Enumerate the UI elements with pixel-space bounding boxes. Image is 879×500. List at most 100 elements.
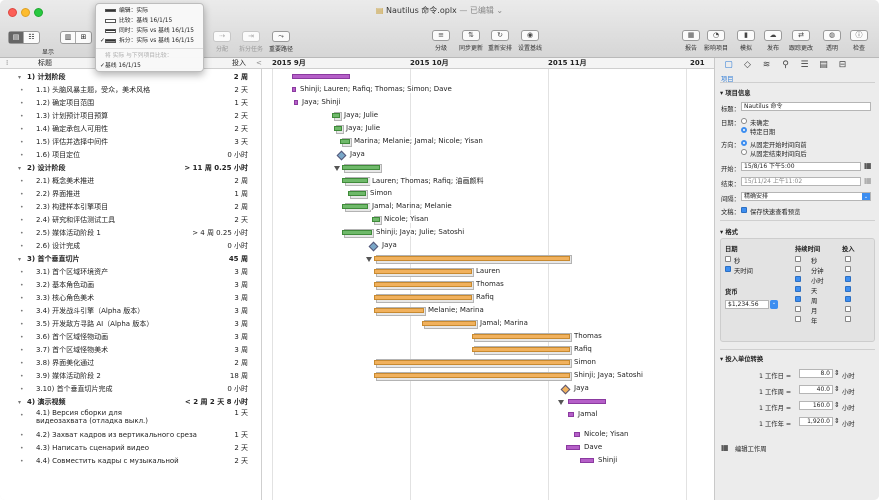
outline-row[interactable]: • 1.1) 头脑风暴主题，受众，美术风格 2 天 [0,84,261,97]
task-effort[interactable]: 0 小时 [227,383,248,396]
date-sec-checkbox[interactable] [725,256,731,262]
outline-row[interactable]: • 4.1) Версия сборки для видеозахвата (от… [0,409,261,429]
task-title[interactable]: 4.2) Захват кадров из вертикального срез… [36,429,216,442]
task-title[interactable]: 3.10) 首个垂直切片完成 [36,383,216,396]
calendar-icon[interactable]: ▦ [864,176,872,185]
task-effort[interactable]: 2 天 [234,442,248,455]
level-button[interactable]: ≡ 分级 [432,30,450,52]
grid-tab-icon[interactable]: ⊟ [833,58,852,73]
task-bar[interactable] [342,204,368,209]
milestone-diamond[interactable] [368,241,379,252]
view-segmented-control[interactable]: ▤ ☷ [8,31,40,44]
conversion-value-field[interactable]: 160.0 [799,401,833,410]
task-bar[interactable] [372,217,380,222]
col-title-header[interactable]: 标题 [38,58,52,69]
task-title[interactable]: 2.3) 构建样本引擎项目 [36,201,216,214]
outline-group-row[interactable]: ▾ 2) 设计阶段 > 11 周 0.25 小时 [0,162,261,175]
view-resources-icon[interactable]: ☷ [24,32,39,43]
task-title[interactable]: 1.6) 项目定位 [36,149,216,162]
task-title[interactable]: 4) 演示视频 [27,396,207,409]
task-title[interactable]: 2.5) 媒体活动阶段 1 [36,227,216,240]
outline-group-row[interactable]: ▾ 3) 首个垂直切片 45 周 [0,253,261,266]
task-effort[interactable]: 3 周 [234,292,248,305]
outline-row[interactable]: • 1.3) 计划预计项目预算 2 天 [0,110,261,123]
duration-sec-checkbox[interactable] [795,256,801,262]
reschedule-button[interactable]: ↻ 重新安排 [488,30,512,52]
task-title[interactable]: 3.4) 开发战斗引擎（Alpha 版本） [36,305,216,318]
outline-row[interactable]: • 4.3) Написать сценарий видео 2 天 [0,442,261,455]
outline-view[interactable]: ▾ 1) 计划阶段 2 周 • 1.1) 头脑风暴主题，受众，美术风格 2 天 • 1.2) … [0,69,262,500]
duration-year-checkbox[interactable] [795,316,801,322]
effort-min-checkbox[interactable] [845,266,851,272]
menu-item-split[interactable]: ✓ 拆分：实际 vs 基线 16/1/15 [96,36,203,46]
set-baseline-button[interactable]: ◉ 设置基线 [518,30,542,52]
group-bar[interactable] [342,165,380,170]
task-bar[interactable] [334,126,342,131]
task-effort[interactable]: 3 周 [234,305,248,318]
publish-button[interactable]: ☁ 发布 [764,30,782,52]
chevron-down-icon[interactable]: ⌄ [770,300,778,309]
outline-row[interactable]: • 3.8) 界面美化通过 2 周 [0,357,261,370]
task-title[interactable]: 2) 设计阶段 [27,162,207,175]
outline-row[interactable]: • 3.4) 开发战斗引擎（Alpha 版本） 3 周 [0,305,261,318]
task-effort[interactable]: > 4 周 0.25 小时 [192,227,248,240]
outline-row[interactable]: • 3.7) 首个区域怪物美术 3 周 [0,344,261,357]
effort-week-checkbox[interactable] [845,296,851,302]
conversion-value-field[interactable]: 8.0 [799,369,833,378]
task-bar[interactable] [472,347,570,352]
disclosure-triangle-icon[interactable]: ▾ [18,253,21,266]
report-button[interactable]: ▦ 报告 [682,30,700,52]
menu-item-edit-actual[interactable]: 编辑：实际 [96,6,203,16]
date-specific-radio[interactable] [741,127,747,133]
task-effort[interactable]: 2 天 [234,123,248,136]
task-title[interactable]: 3.6) 首个区域怪物动画 [36,331,216,344]
sync-button[interactable]: ⇅ 同步更新 [459,30,483,52]
task-title[interactable]: 3) 首个垂直切片 [27,253,207,266]
track-changes-button[interactable]: ⇄ 跟踪更改 [789,30,813,52]
duration-day-checkbox[interactable] [795,286,801,292]
task-title[interactable]: 1) 计划阶段 [27,71,207,84]
direction-backward-radio[interactable] [741,149,747,155]
task-title[interactable]: 3.2) 基本角色动画 [36,279,216,292]
view-gantt-icon[interactable]: ▥ [61,32,76,43]
task-bar[interactable] [574,432,580,437]
calendar-edit-icon[interactable]: ▦ [721,443,729,452]
outline-row[interactable]: • 2.4) 研究和评估测试工具 2 天 [0,214,261,227]
task-effort[interactable]: 2 天 [234,455,248,468]
calendar-icon[interactable]: ▦ [864,161,872,170]
outline-row[interactable]: • 1.5) 评估并选择中间件 3 天 [0,136,261,149]
effort-day-checkbox[interactable] [845,286,851,292]
task-effort[interactable]: 18 周 [230,370,248,383]
effort-year-checkbox[interactable] [845,316,851,322]
calendar-tab-icon[interactable]: ▤ [814,58,833,73]
task-title[interactable]: 1.5) 评估并选择中间件 [36,136,216,149]
month-header-sep[interactable]: < [256,58,262,69]
project-tab-icon[interactable]: ▢ [719,58,738,73]
task-bar[interactable] [374,282,472,287]
outline-row[interactable]: • 2.2) 界面推进 1 周 [0,188,261,201]
outline-row[interactable]: • 3.6) 首个区域怪物动画 3 周 [0,331,261,344]
task-bar[interactable] [340,139,350,144]
task-title[interactable]: 2.1) 概念美术推进 [36,175,216,188]
milestone-diamond[interactable] [336,150,347,161]
task-bar[interactable] [374,373,570,378]
task-bar[interactable] [472,334,570,339]
task-effort[interactable]: 2 天 [234,84,248,97]
outline-row[interactable]: • 2.1) 概念美术推进 2 周 [0,175,261,188]
disclosure-triangle-icon[interactable]: ▾ [18,71,21,84]
task-title[interactable]: 3.5) 开发敌方寻路 AI（Alpha 版本） [36,318,216,331]
task-effort[interactable]: 1 天 [234,97,248,110]
view-outline-icon[interactable]: ▤ [9,32,24,43]
stepper-icon[interactable]: ⇕ [834,417,840,425]
outline-row[interactable]: • 3.5) 开发敌方寻路 AI（Alpha 版本） 3 周 [0,318,261,331]
inspect-button[interactable]: ⓘ 检查 [850,30,868,52]
task-bar[interactable] [332,113,340,118]
split-button[interactable]: ⇢ 分配 [213,31,231,53]
outline-row[interactable]: • 4.4) Совместить кадры с музыкальной 2 天 [0,455,261,468]
task-effort[interactable]: 45 周 [229,253,248,266]
menu-item-compare[interactable]: 比较：基线 16/1/15 [96,16,203,26]
task-effort[interactable]: 2 周 [234,175,248,188]
split-task-button[interactable]: ⇥ 拆分任务 [239,31,263,53]
quicklook-checkbox[interactable] [741,207,747,213]
task-bar[interactable] [294,100,298,105]
